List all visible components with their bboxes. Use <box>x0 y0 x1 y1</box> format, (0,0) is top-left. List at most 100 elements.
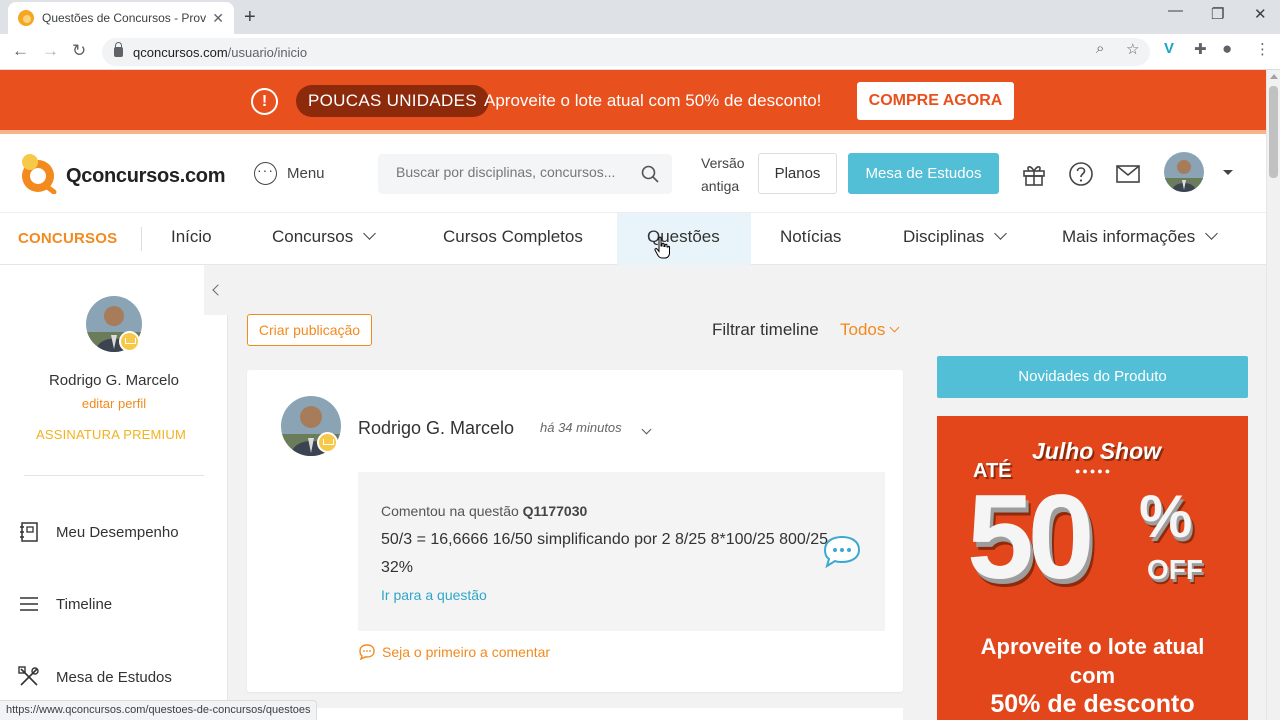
sidebar-user-name: Rodrigo G. Marcelo <box>48 372 180 389</box>
nav-brand[interactable]: CONCURSOS <box>18 230 117 247</box>
minimize-icon[interactable]: — <box>1168 2 1183 19</box>
product-news-button[interactable]: Novidades do Produto <box>937 356 1248 398</box>
sidebar-item-desempenho[interactable]: Meu Desempenho <box>18 521 179 543</box>
sidebar: Rodrigo G. Marcelo editar perfil ASSINAT… <box>0 265 228 720</box>
comment-context: Comentou na questão Q1177030 <box>381 503 587 519</box>
search-input[interactable] <box>396 164 626 180</box>
zoom-icon[interactable]: ⌕ <box>1096 40 1104 57</box>
comment-bubble-icon <box>823 535 861 569</box>
qconcursos-logo-icon[interactable] <box>16 152 58 194</box>
nav-item-cursos[interactable]: Cursos Completos <box>443 227 583 247</box>
study-desk-button[interactable]: Mesa de Estudos <box>848 153 999 194</box>
page-scrollbar[interactable] <box>1266 70 1280 720</box>
promo-ad-card[interactable]: Julho Show ●●●●● ATÉ 50 % OFF Aproveite … <box>937 416 1248 720</box>
nav-item-label: Mais informações <box>1062 227 1196 246</box>
back-icon[interactable]: ← <box>12 41 29 61</box>
comment-box: Comentou na questão Q1177030 50/3 = 16,6… <box>358 472 885 631</box>
promo-banner: ! POUCAS UNIDADES Aproveite o lote atual… <box>0 70 1266 134</box>
tab-close-icon[interactable]: ✕ <box>212 10 224 27</box>
main-nav: CONCURSOS Início Concursos Cursos Comple… <box>0 212 1266 265</box>
sidebar-item-label: Mesa de Estudos <box>56 668 172 686</box>
question-id[interactable]: Q1177030 <box>523 503 588 519</box>
old-version-link[interactable]: Versão antiga <box>701 152 745 198</box>
chevron-down-icon <box>889 322 900 333</box>
timeline-post: Rodrigo G. Marcelo há 34 minutos Comento… <box>247 370 903 692</box>
reload-icon[interactable]: ↻ <box>72 41 86 61</box>
mail-icon[interactable] <box>1115 161 1141 187</box>
nav-separator <box>141 227 142 251</box>
restore-icon[interactable]: ❐ <box>1211 5 1224 23</box>
nav-item-concursos[interactable]: Concursos <box>272 227 377 247</box>
promo-message: Aproveite o lote atual com 50% de descon… <box>484 91 822 110</box>
search-box <box>378 154 672 194</box>
post-time: há 34 minutos <box>540 420 622 435</box>
comment-text: 50/3 = 16,6666 16/50 simplificando por 2… <box>381 531 829 576</box>
browser-tab[interactable]: Questões de Concursos - Provas, ✕ <box>8 2 234 34</box>
premium-badge: ASSINATURA PREMIUM <box>36 427 186 442</box>
user-menu-caret-icon[interactable] <box>1223 170 1233 175</box>
ad-title: Julho Show <box>1032 438 1162 464</box>
post-options-chevron-icon[interactable] <box>641 424 652 435</box>
buy-now-button[interactable]: COMPRE AGORA <box>857 82 1014 120</box>
filter-label: Filtrar timeline <box>712 320 819 339</box>
timeline-icon <box>20 597 38 611</box>
ad-off: OFF <box>1147 554 1203 585</box>
sidebar-item-timeline[interactable]: Timeline <box>18 593 112 615</box>
gift-icon[interactable] <box>1021 161 1047 187</box>
menu-label: Menu <box>287 165 325 182</box>
nav-item-inicio[interactable]: Início <box>171 227 212 247</box>
new-tab-button[interactable]: + <box>244 6 256 29</box>
old-version-line2: antiga <box>701 178 740 194</box>
edit-profile-link[interactable]: editar perfil <box>0 396 228 411</box>
help-icon[interactable] <box>1068 161 1094 187</box>
first-comment-link[interactable]: Seja o primeiro a comentar <box>358 644 550 660</box>
nav-item-mais-info[interactable]: Mais informações <box>1062 227 1219 247</box>
search-icon[interactable] <box>640 164 660 184</box>
scrollbar-thumb[interactable] <box>1269 86 1278 178</box>
bookmark-star-icon[interactable]: ☆ <box>1126 40 1139 58</box>
menu-button[interactable]: ··· Menu <box>254 162 325 185</box>
forward-icon[interactable]: → <box>42 41 59 61</box>
old-version-line1: Versão <box>701 155 745 171</box>
post-author-name[interactable]: Rodrigo G. Marcelo <box>358 418 514 439</box>
hand-cursor-icon <box>654 236 670 259</box>
promo-badge: POUCAS UNIDADES <box>296 85 489 117</box>
go-to-question-link[interactable]: Ir para a questão <box>381 587 487 603</box>
address-bar[interactable]: qconcursos.com/usuario/inicio <box>102 38 1150 66</box>
nav-item-disciplinas[interactable]: Disciplinas <box>903 227 1008 247</box>
ad-discount-number: 50 <box>967 470 1095 604</box>
browser-toolbar: ← → ↻ qconcursos.com/usuario/inicio ⌕ ☆ … <box>0 34 1280 70</box>
premium-crown-icon <box>317 432 338 453</box>
sidebar-collapse-button[interactable] <box>204 265 228 315</box>
ad-text: Aproveite o lote atual com 50% de descon… <box>937 632 1248 719</box>
first-comment-label: Seja o primeiro a comentar <box>382 644 551 660</box>
browser-menu-icon[interactable]: ⋮ <box>1255 40 1270 58</box>
chevron-down-icon <box>1205 227 1219 240</box>
logo-text[interactable]: Qconcursos.com <box>66 165 225 188</box>
tools-icon <box>18 666 39 686</box>
sidebar-divider <box>24 475 204 476</box>
ad-line1: Aproveite o lote atual <box>980 634 1205 659</box>
alert-icon: ! <box>251 88 278 115</box>
scroll-up-icon[interactable] <box>1270 74 1278 79</box>
comment-prefix: Comentou na questão <box>381 503 519 519</box>
create-post-button[interactable]: Criar publicação <box>247 314 372 346</box>
url-path: /usuario/inicio <box>227 44 308 60</box>
sidebar-item-mesa[interactable]: Mesa de Estudos <box>18 666 172 688</box>
extensions-puzzle-icon[interactable]: ✚ <box>1194 40 1207 58</box>
profile-icon[interactable]: ● <box>1222 39 1232 59</box>
filter-value: Todos <box>840 320 886 339</box>
nav-item-noticias[interactable]: Notícias <box>780 227 841 247</box>
filter-dropdown[interactable]: Todos <box>840 320 900 340</box>
user-avatar[interactable] <box>1164 152 1204 192</box>
menu-dots-icon: ··· <box>254 162 277 185</box>
timeline-post <box>247 708 903 720</box>
browser-status-url: https://www.qconcursos.com/questoes-de-c… <box>0 700 318 720</box>
plans-button[interactable]: Planos <box>758 153 837 194</box>
browser-tabbar: Questões de Concursos - Provas, ✕ + — ❐ … <box>0 0 1280 34</box>
extension-v-icon[interactable]: V <box>1164 40 1174 57</box>
premium-crown-icon <box>119 331 140 352</box>
window-close-icon[interactable]: ✕ <box>1254 5 1267 23</box>
chevron-down-icon <box>994 227 1008 240</box>
ad-percent: % <box>1139 483 1193 550</box>
